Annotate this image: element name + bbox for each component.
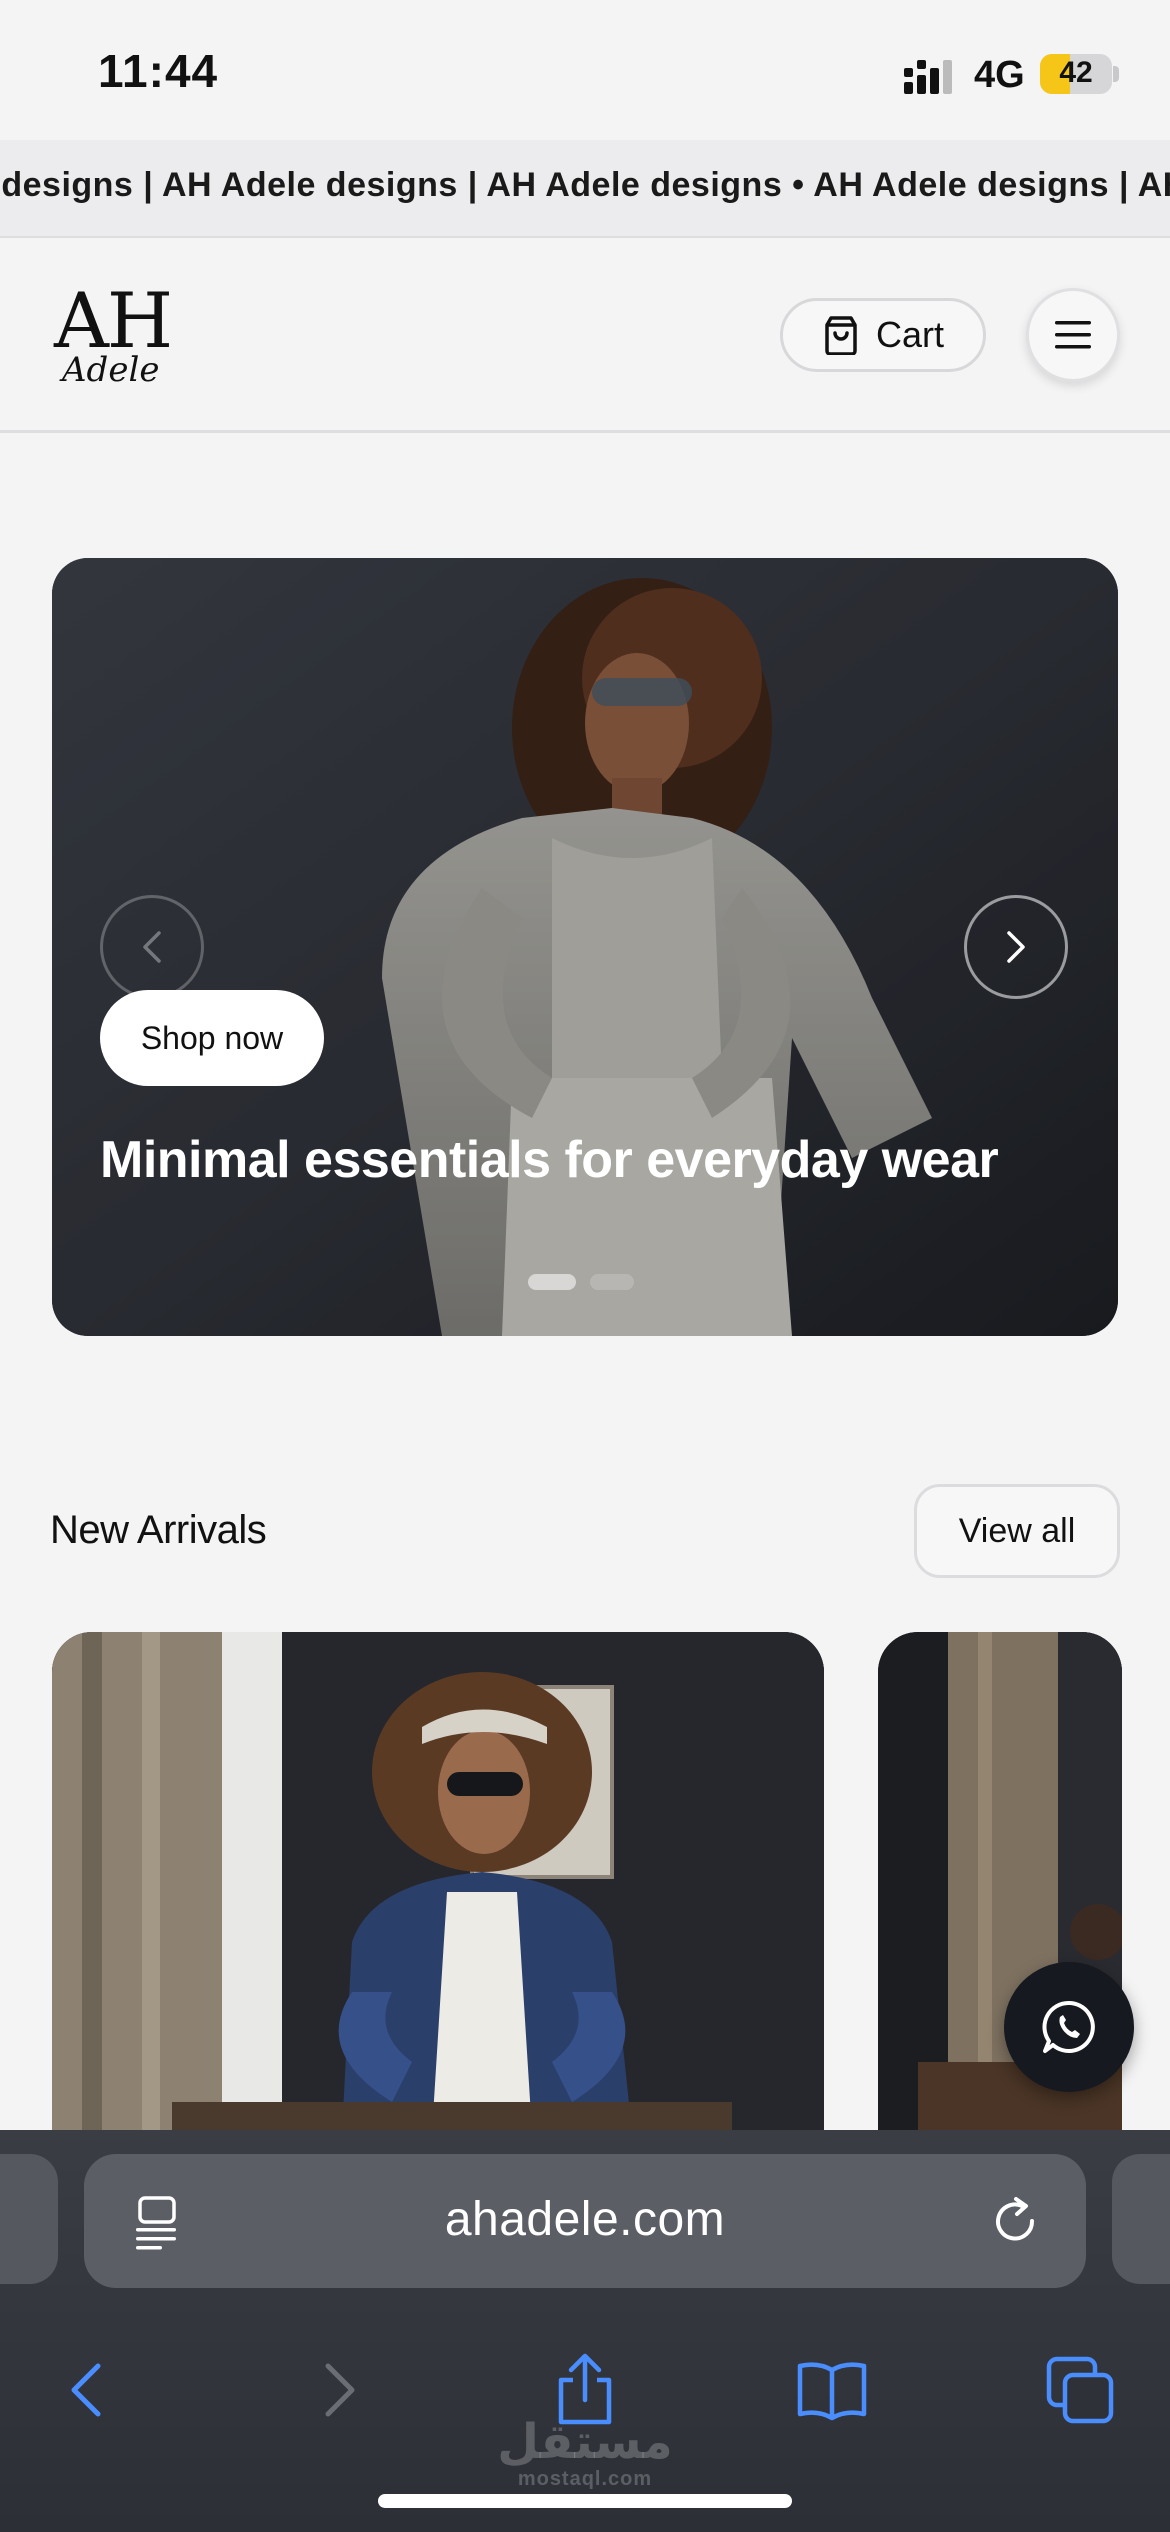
bookmarks-icon bbox=[797, 2362, 867, 2421]
url-text: ahadele.com bbox=[444, 2193, 726, 2246]
shopping-bag-icon bbox=[825, 316, 857, 355]
reload-icon[interactable] bbox=[988, 2194, 1042, 2248]
network-type: 4G bbox=[974, 54, 1025, 96]
site-header: AH Adele Cart bbox=[0, 238, 1170, 433]
carousel-dots bbox=[528, 1274, 634, 1290]
whatsapp-button[interactable] bbox=[1004, 1962, 1134, 2092]
chevron-right-icon bbox=[1007, 931, 1025, 963]
section-title-new-arrivals: New Arrivals bbox=[50, 1508, 267, 1552]
status-time: 11:44 bbox=[98, 45, 219, 97]
watermark-latin: mostaql.com bbox=[517, 2468, 653, 2490]
browser-chrome: ahadele.com مستقل mostaql.com bbox=[0, 2130, 1170, 2532]
hamburger-icon bbox=[1055, 321, 1091, 349]
chevron-left-icon bbox=[143, 931, 161, 963]
logo-subtitle: Adele bbox=[62, 350, 160, 390]
marquee-text: e designs | AH Adele designs | AH Adele … bbox=[0, 166, 1170, 204]
hero-headline: Minimal essentials for everyday wear bbox=[100, 1131, 999, 1189]
cart-label: Cart bbox=[875, 314, 944, 355]
announcement-marquee: e designs | AH Adele designs | AH Adele … bbox=[0, 140, 1170, 238]
product-image bbox=[52, 1632, 824, 2132]
carousel-dot-active[interactable] bbox=[528, 1274, 576, 1290]
hero-image bbox=[52, 558, 1118, 1336]
home-indicator[interactable] bbox=[378, 2494, 792, 2508]
battery-indicator: 42 bbox=[1040, 54, 1112, 94]
next-tab-preview[interactable] bbox=[1112, 2154, 1170, 2284]
view-all-button[interactable]: View all bbox=[914, 1484, 1120, 1578]
hero-carousel[interactable]: Shop now Minimal essentials for everyday… bbox=[52, 558, 1118, 1336]
battery-percent: 42 bbox=[1059, 56, 1093, 89]
menu-button[interactable] bbox=[1026, 288, 1120, 382]
status-bar: 11:44 4G 42 bbox=[0, 0, 1170, 140]
cellular-signal-icon bbox=[904, 60, 952, 94]
back-arrow-icon bbox=[71, 2363, 101, 2417]
watermark-arabic: مستقل bbox=[497, 2416, 673, 2469]
forward-arrow-icon bbox=[325, 2363, 355, 2417]
battery-cap bbox=[1113, 66, 1119, 82]
carousel-dot[interactable] bbox=[590, 1274, 634, 1290]
brand-logo[interactable]: AH Adele bbox=[54, 276, 173, 392]
product-card[interactable] bbox=[52, 1632, 824, 2132]
whatsapp-icon bbox=[1042, 2000, 1095, 2053]
cart-button[interactable]: Cart bbox=[780, 298, 986, 372]
address-bar[interactable]: ahadele.com bbox=[84, 2154, 1086, 2288]
watermark: مستقل mostaql.com bbox=[0, 2418, 1170, 2491]
carousel-prev-button[interactable] bbox=[100, 895, 204, 999]
shop-now-button[interactable]: Shop now bbox=[100, 990, 324, 1086]
tabs-icon bbox=[1046, 2356, 1114, 2424]
carousel-next-button[interactable] bbox=[964, 895, 1068, 999]
previous-tab-preview[interactable] bbox=[0, 2154, 58, 2284]
